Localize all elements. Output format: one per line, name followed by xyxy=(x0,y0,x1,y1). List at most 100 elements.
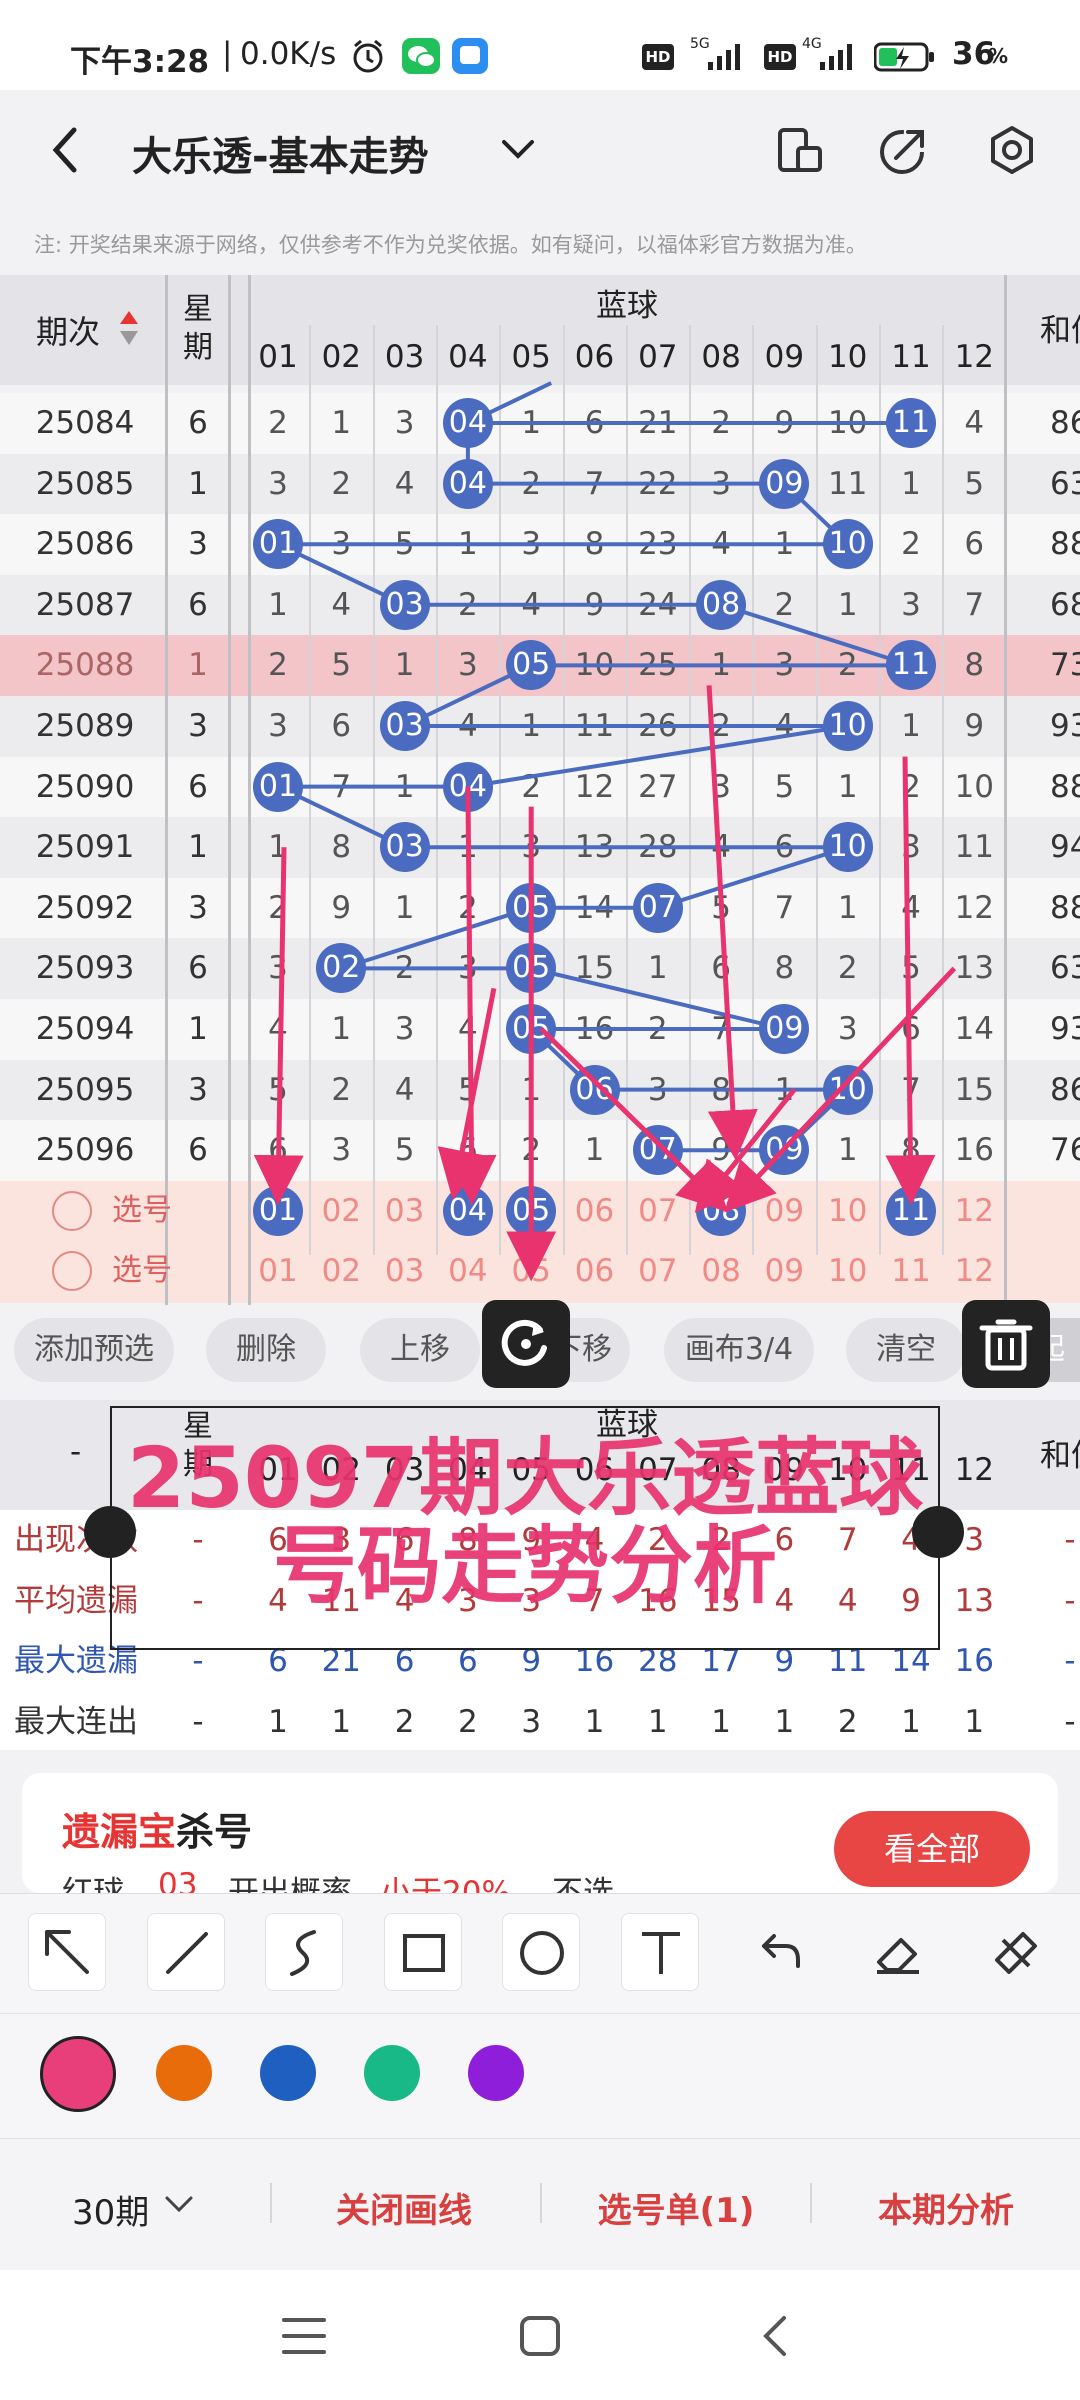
back-arrow-icon[interactable] xyxy=(40,120,90,180)
color-swatch[interactable] xyxy=(156,2045,212,2101)
stats-value: 2 xyxy=(394,1703,415,1740)
wechat-icon xyxy=(402,38,440,74)
page-title[interactable]: 大乐透-基本走势 xyxy=(132,124,429,182)
color-swatch[interactable] xyxy=(40,2036,116,2112)
status-divider: | xyxy=(222,36,233,72)
kill-number-card: 遗漏宝 杀号 红球 03 开出概率 小于20% 不选 看全部 xyxy=(22,1773,1058,1893)
drawn-arrow[interactable] xyxy=(539,1027,729,1213)
clear-all-icon xyxy=(995,1932,1037,1974)
undo-icon xyxy=(762,1934,800,1968)
color-swatch[interactable] xyxy=(260,2045,316,2101)
drawn-arrow[interactable] xyxy=(724,966,957,1213)
brand-name: 遗漏宝 xyxy=(62,1810,177,1854)
stats-value: 1 xyxy=(331,1703,352,1740)
brand-suffix: 杀号 xyxy=(176,1810,253,1854)
period-analysis-button[interactable]: 本期分析 xyxy=(826,2183,1066,2232)
drawn-arrow[interactable] xyxy=(446,786,497,1206)
color-swatch[interactable] xyxy=(364,2045,420,2101)
view-all-button[interactable]: 看全部 xyxy=(834,1811,1030,1887)
eraser-icon xyxy=(876,1938,919,1974)
chevron-down-icon[interactable] xyxy=(498,134,538,164)
stats-value: 1 xyxy=(774,1703,795,1740)
delete-button[interactable]: 删除 xyxy=(206,1318,326,1382)
user-drawn-arrows xyxy=(253,685,957,1282)
status-time: 下午3:28 xyxy=(70,44,210,80)
period-count-select[interactable]: 30期 xyxy=(72,2185,149,2234)
circle-tool-icon xyxy=(520,1931,564,1975)
drawn-arrow[interactable] xyxy=(253,847,304,1206)
stats-dash: - xyxy=(70,1434,82,1470)
signal-5g-icon xyxy=(708,44,740,70)
undo-button[interactable] xyxy=(739,1913,817,1991)
circle-tool-button[interactable] xyxy=(502,1913,580,1991)
eraser-button[interactable] xyxy=(858,1913,936,1991)
stats-value: 2 xyxy=(837,1703,858,1740)
pick-list-button[interactable]: 选号单(1) xyxy=(556,2183,796,2232)
back-icon[interactable] xyxy=(756,2312,796,2360)
bottom-divider xyxy=(270,2183,272,2223)
stats-sum-dash: - xyxy=(1064,1582,1076,1619)
trash-icon xyxy=(979,1319,1033,1371)
stats-sum-dash: - xyxy=(1064,1703,1076,1740)
overlay-title-1[interactable]: 25097期大乐透蓝球 xyxy=(110,1432,940,1524)
rotate-canvas-button[interactable] xyxy=(482,1300,570,1388)
rectangle-tool-button[interactable] xyxy=(383,1913,462,1991)
stats-value: 1 xyxy=(711,1703,731,1740)
stats-value: 1 xyxy=(268,1703,288,1740)
drawn-arrow[interactable] xyxy=(885,756,936,1206)
line-tool-button[interactable] xyxy=(146,1913,225,1991)
arrow-tool-button[interactable] xyxy=(28,1913,106,1991)
stats-value: 1 xyxy=(647,1703,668,1740)
app-bar: 大乐透-基本走势 xyxy=(0,90,1080,210)
status-speed: 0.0K/s xyxy=(240,36,337,72)
stats-row-label: 最大连出 xyxy=(14,1703,138,1740)
stats-sum-header: 和值 xyxy=(1040,1438,1080,1474)
kill-advice: 不选 xyxy=(552,1875,614,1893)
clear-button[interactable]: 清空 xyxy=(846,1318,966,1382)
stats-value: 1 xyxy=(964,1703,985,1740)
line-tool-icon xyxy=(165,1932,208,1974)
close-lines-button[interactable]: 关闭画线 xyxy=(284,2183,524,2232)
drawn-arrow[interactable] xyxy=(437,987,497,1201)
overlay-title-2[interactable]: 号码走势分析 xyxy=(110,1520,940,1612)
signal-4g-icon xyxy=(820,44,852,70)
text-tool-button[interactable] xyxy=(620,1913,699,1991)
stats-table: - 星期 蓝球 和值 010203040506070809101112 出现次数… xyxy=(0,1400,1080,1752)
hd-badge: HD xyxy=(642,44,674,70)
stats-value: 13 xyxy=(954,1582,995,1619)
stats-value: 2 xyxy=(458,1703,478,1740)
add-preselect-button[interactable]: 添加预选 xyxy=(14,1318,174,1382)
kill-label-ball: 红球 xyxy=(62,1875,124,1893)
rectangle-tool-icon xyxy=(402,1934,445,1972)
home-icon[interactable] xyxy=(518,2314,562,2358)
bottom-divider-3 xyxy=(810,2183,812,2223)
freehand-tool-button[interactable] xyxy=(265,1913,343,1991)
device-orientation-icon[interactable] xyxy=(774,124,824,178)
chevron-down-icon-2[interactable] xyxy=(162,2191,196,2219)
drawn-arrow[interactable] xyxy=(706,685,758,1161)
system-nav-bar xyxy=(0,2270,1080,2400)
menu-icon[interactable] xyxy=(280,2314,328,2358)
move-up-button[interactable]: 上移 xyxy=(360,1318,480,1382)
freehand-tool-icon xyxy=(290,1930,316,1976)
settings-icon[interactable] xyxy=(986,124,1038,176)
stats-value: 16 xyxy=(954,1643,995,1679)
clear-all-button[interactable] xyxy=(976,1913,1054,1991)
alarm-icon xyxy=(353,39,383,73)
stats-dash-cell: - xyxy=(192,1703,204,1740)
stats-value: 3 xyxy=(521,1703,542,1740)
stats-value: 1 xyxy=(584,1703,605,1740)
stats-value: 1 xyxy=(901,1703,921,1740)
trash-button[interactable] xyxy=(962,1300,1050,1388)
arrow-tool-icon xyxy=(45,1930,89,1974)
share-icon[interactable] xyxy=(878,124,930,176)
kill-label-prob: 开出概率 xyxy=(228,1875,352,1893)
canvas-page-button[interactable]: 画布3/4 xyxy=(664,1318,814,1382)
battery-unit: % xyxy=(988,44,1009,68)
hd-badge-2: HD xyxy=(764,44,796,70)
disclaimer-notice: 注: 开奖结果来源于网络，仅供参考不作为兑奖依据。如有疑问，以福体彩官方数据为准… xyxy=(34,233,867,257)
text-tool-icon xyxy=(641,1932,680,1974)
battery-charging-icon xyxy=(874,42,934,72)
color-swatch[interactable] xyxy=(468,2045,524,2101)
refresh-icon xyxy=(501,1319,547,1366)
